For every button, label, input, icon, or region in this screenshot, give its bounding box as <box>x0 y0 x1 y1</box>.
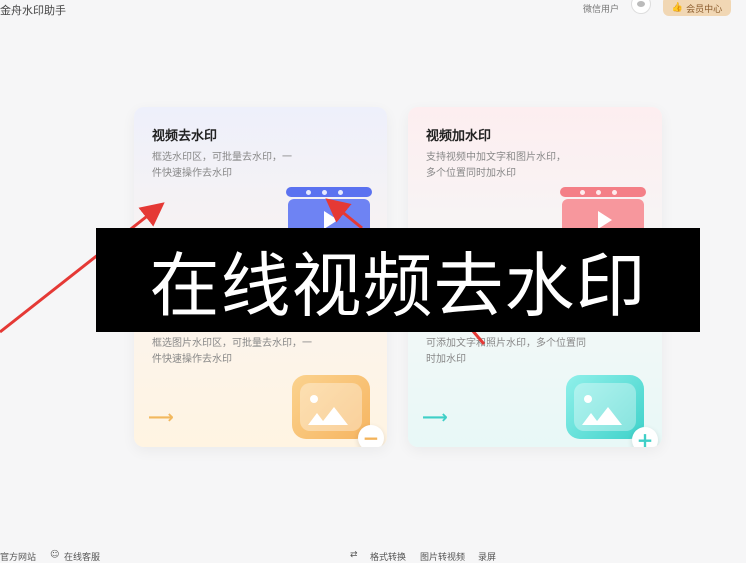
image-card-description: 可添加文字和照片水印，多个位置同时加水印 <box>426 338 586 365</box>
minus-icon: − <box>358 425 384 447</box>
vip-center-label: 会员中心 <box>686 4 723 15</box>
vip-center-button[interactable]: 👍 会员中心 <box>663 0 731 16</box>
online-service-link[interactable]: 在线客服 <box>64 550 100 563</box>
caption-overlay: 在线视频去水印 <box>96 228 700 332</box>
image-icon <box>566 375 644 439</box>
video-clapper-icon <box>286 187 372 239</box>
arrow-right-icon[interactable]: ⟶ <box>422 407 448 428</box>
card-title: 视频加水印 <box>426 129 492 144</box>
user-name[interactable]: 微信用户 <box>583 2 619 15</box>
plus-icon: + <box>632 427 658 447</box>
official-site-link[interactable]: 官方网站 <box>0 550 36 563</box>
card-description: 框选水印区，可批量去水印，一件快速操作去水印 <box>152 152 292 179</box>
footer-bar: 官方网站 ☺ 在线客服 ⇄ 格式转换 图片转视频 录屏 <box>0 545 746 563</box>
image-to-video-link[interactable]: 图片转视频 <box>420 550 465 563</box>
thumbs-up-icon: 👍 <box>671 3 684 13</box>
app-title: 金舟水印助手 <box>0 4 66 17</box>
format-convert-link[interactable]: 格式转换 <box>370 550 406 563</box>
avatar[interactable] <box>631 0 651 14</box>
image-card-description: 框选图片水印区，可批量去水印，一件快速操作去水印 <box>152 338 312 365</box>
screen-record-link[interactable]: 录屏 <box>478 550 496 563</box>
card-title: 视频去水印 <box>152 129 218 144</box>
arrow-right-icon[interactable]: ⟶ <box>148 407 174 428</box>
image-icon <box>292 375 370 439</box>
video-clapper-icon <box>560 187 646 239</box>
title-bar: 金舟水印助手 微信用户 👍 会员中心 <box>0 0 746 22</box>
caption-text: 在线视频去水印 <box>149 244 647 327</box>
card-description: 支持视频中加文字和图片水印，多个位置同时加水印 <box>426 152 566 179</box>
